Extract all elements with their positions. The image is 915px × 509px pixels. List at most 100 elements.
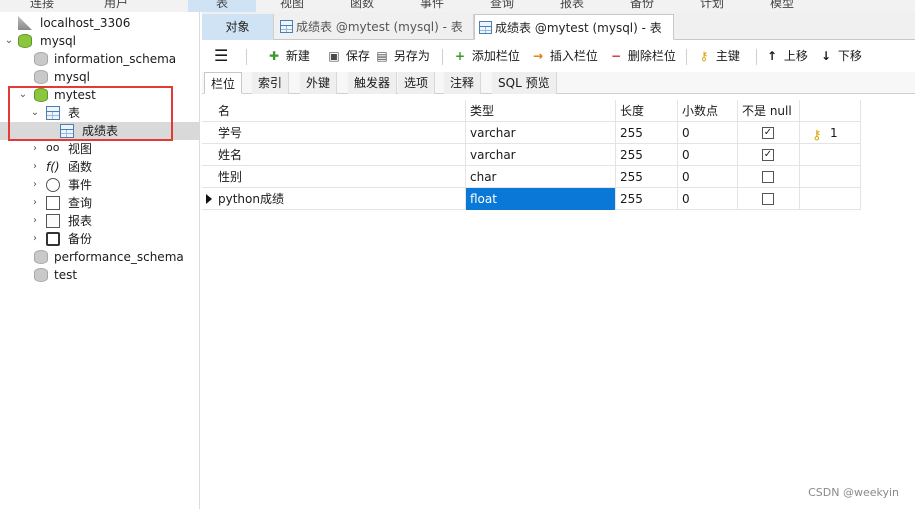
tab-table-design-2[interactable]: 成绩表 @mytest (mysql) - 表 <box>474 14 674 40</box>
tree-node-label: 函数 <box>68 160 93 174</box>
move-down-button[interactable]: ↓ 下移 <box>818 46 862 66</box>
field-name-cell[interactable]: python成绩 <box>214 188 466 210</box>
column-header-not-null[interactable]: 不是 null <box>738 100 800 122</box>
field-decimals-cell[interactable]: 0 <box>678 122 738 144</box>
tree-node-label: performance_schema <box>54 250 184 264</box>
menu-model[interactable]: 模型 <box>770 0 794 11</box>
column-header-key[interactable] <box>800 100 861 122</box>
save-as-button[interactable]: ▤ 另存为 <box>374 46 430 66</box>
chevron-right-icon[interactable]: › <box>30 212 40 230</box>
database-icon <box>34 250 48 264</box>
field-name-cell[interactable]: 学号 <box>214 122 466 144</box>
tree-node-db-test[interactable]: test <box>0 266 200 284</box>
toolbar-separator <box>686 49 687 65</box>
tab-label: 成绩表 @mytest (mysql) - 表 <box>296 20 463 34</box>
subtab-fields[interactable]: 栏位 <box>204 72 243 94</box>
query-icon <box>46 196 60 210</box>
table-row[interactable]: 姓名 varchar 255 0 ✓ <box>202 144 861 166</box>
not-null-checkbox[interactable]: ✓ <box>762 127 774 139</box>
tree-node-views[interactable]: › oo 视图 <box>0 140 200 158</box>
move-up-button[interactable]: ↑ 上移 <box>764 46 808 66</box>
tree-node-queries[interactable]: › 查询 <box>0 194 200 212</box>
tree-node-server[interactable]: localhost_3306 <box>0 14 200 32</box>
column-header-type[interactable]: 类型 <box>466 100 616 122</box>
menu-report[interactable]: 报表 <box>560 0 584 11</box>
column-header-length[interactable]: 长度 <box>616 100 678 122</box>
menu-query[interactable]: 查询 <box>490 0 514 11</box>
table-row[interactable]: 性别 char 255 0 <box>202 166 861 188</box>
column-header-name[interactable]: 名 <box>214 100 466 122</box>
chevron-right-icon[interactable]: › <box>30 194 40 212</box>
tree-node-reports[interactable]: › 报表 <box>0 212 200 230</box>
not-null-checkbox[interactable] <box>762 193 774 205</box>
move-up-label: 上移 <box>783 49 808 63</box>
insert-field-button[interactable]: → 插入栏位 <box>530 46 598 66</box>
menu-schedule[interactable]: 计划 <box>700 0 724 11</box>
tree-node-db-mysql-sub[interactable]: mysql <box>0 68 200 86</box>
new-button[interactable]: ✚ 新建 <box>266 46 310 66</box>
menu-backup[interactable]: 备份 <box>630 0 654 11</box>
chevron-right-icon[interactable]: › <box>30 230 40 248</box>
tree-node-functions[interactable]: › f() 函数 <box>0 158 200 176</box>
menu-user[interactable]: 用户 <box>104 0 128 11</box>
database-icon <box>34 52 48 66</box>
report-icon <box>46 214 60 228</box>
menu-connect[interactable]: 连接 <box>30 0 54 11</box>
save-button[interactable]: ▣ 保存 <box>326 46 370 66</box>
field-decimals-cell[interactable]: 0 <box>678 188 738 210</box>
subtab-options[interactable]: 选项 <box>398 72 436 94</box>
table-row[interactable]: 学号 varchar 255 0 ✓ ⚷ 1 <box>202 122 861 144</box>
primary-key-icon: ⚷ <box>812 128 822 143</box>
column-header-decimals[interactable]: 小数点 <box>678 100 738 122</box>
field-type-cell-selected[interactable]: float <box>466 188 616 210</box>
not-null-checkbox[interactable] <box>762 171 774 183</box>
field-name-cell[interactable]: 姓名 <box>214 144 466 166</box>
field-length-cell[interactable]: 255 <box>616 188 678 210</box>
tree-node-events[interactable]: › 事件 <box>0 176 200 194</box>
tab-table-design-1[interactable]: 成绩表 @mytest (mysql) - 表 <box>276 14 474 40</box>
tree-node-db-mysql[interactable]: ⌄ mysql <box>0 32 200 50</box>
delete-field-button[interactable]: − 删除栏位 <box>608 46 676 66</box>
hamburger-menu-icon[interactable]: ☰ <box>214 46 228 66</box>
not-null-checkbox[interactable]: ✓ <box>762 149 774 161</box>
field-type-cell[interactable]: varchar <box>466 144 616 166</box>
design-subtabs: 栏位 索引 外键 触发器 选项 注释 SQL 预览 <box>202 72 915 94</box>
field-length-cell[interactable]: 255 <box>616 166 678 188</box>
field-length-cell[interactable]: 255 <box>616 144 678 166</box>
field-decimals-cell[interactable]: 0 <box>678 166 738 188</box>
save-as-button-label: 另存为 <box>393 49 430 63</box>
tab-label: 成绩表 @mytest (mysql) - 表 <box>495 21 662 35</box>
subtab-triggers[interactable]: 触发器 <box>348 72 398 94</box>
chevron-down-icon[interactable]: ⌄ <box>4 32 14 50</box>
chevron-right-icon[interactable]: › <box>30 176 40 194</box>
tree-node-label: 视图 <box>68 142 93 156</box>
subtab-sql-preview[interactable]: SQL 预览 <box>492 72 557 94</box>
tree-node-backups[interactable]: › 备份 <box>0 230 200 248</box>
tree-node-label: localhost_3306 <box>40 16 131 30</box>
menu-function[interactable]: 函数 <box>350 0 374 11</box>
primary-key-button[interactable]: ⚷ 主键 <box>696 46 740 66</box>
tree-node-label: information_schema <box>54 52 177 66</box>
subtab-foreign-keys[interactable]: 外键 <box>300 72 338 94</box>
tree-node-db-performance-schema[interactable]: performance_schema <box>0 248 200 266</box>
tab-objects[interactable]: 对象 <box>202 14 274 40</box>
add-field-button[interactable]: + 添加栏位 <box>452 46 520 66</box>
field-type-cell[interactable]: varchar <box>466 122 616 144</box>
view-icon: oo <box>46 141 60 154</box>
chevron-right-icon[interactable]: › <box>30 158 40 176</box>
field-decimals-cell[interactable]: 0 <box>678 144 738 166</box>
field-type-cell[interactable]: char <box>466 166 616 188</box>
menu-event[interactable]: 事件 <box>420 0 444 11</box>
subtab-comments[interactable]: 注释 <box>444 72 482 94</box>
menu-view[interactable]: 视图 <box>280 0 304 11</box>
table-row-current[interactable]: python成绩 float 255 0 <box>202 188 861 210</box>
field-name-cell[interactable]: 性别 <box>214 166 466 188</box>
navicat-window: 连接 用户 表 视图 函数 事件 查询 报表 备份 计划 模型 localhos… <box>0 0 915 509</box>
toolbar-separator <box>246 49 247 65</box>
field-length-cell[interactable]: 255 <box>616 122 678 144</box>
tree-node-db-information-schema[interactable]: information_schema <box>0 50 200 68</box>
chevron-right-icon[interactable]: › <box>30 140 40 158</box>
menu-table[interactable]: 表 <box>188 0 256 12</box>
insert-field-icon: → <box>532 49 544 63</box>
subtab-indexes[interactable]: 索引 <box>252 72 290 94</box>
